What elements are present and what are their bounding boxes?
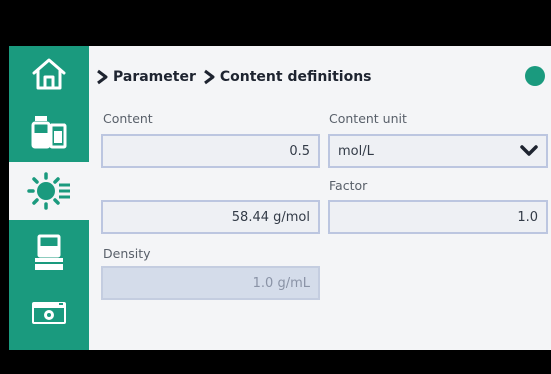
device-screen: Parameter Content definitions Content 0.…	[9, 46, 551, 350]
content-field[interactable]: 0.5	[101, 134, 320, 168]
nav-chemicals[interactable]	[9, 106, 89, 158]
chevron-right-icon	[203, 69, 215, 85]
breadcrumb-content-definitions: Content definitions	[219, 69, 372, 85]
density-label: Density	[103, 246, 151, 261]
density-field: 1.0 g/mL	[101, 266, 320, 300]
settings-sun-icon	[27, 172, 70, 210]
sidebar	[9, 46, 89, 350]
chevron-right-icon	[97, 69, 108, 85]
molar-mass-field[interactable]: 58.44 g/mol	[101, 200, 320, 234]
status-indicator	[525, 66, 545, 86]
main-panel: Parameter Content definitions Content 0.…	[89, 46, 551, 350]
chemicals-icon	[31, 116, 67, 149]
breadcrumb: Parameter Content definitions	[95, 66, 372, 88]
density-value: 1.0 g/mL	[252, 275, 310, 291]
home-icon	[32, 58, 66, 90]
camera-icon	[32, 302, 66, 324]
nav-settings[interactable]	[9, 162, 89, 220]
factor-label: Factor	[329, 178, 368, 193]
content-label: Content	[103, 111, 153, 126]
breadcrumb-parameter[interactable]: Parameter	[113, 69, 196, 85]
content-value: 0.5	[289, 143, 310, 159]
beaker-stand-icon	[35, 234, 63, 270]
factor-value: 1.0	[517, 209, 538, 225]
molar-mass-value: 58.44 g/mol	[231, 209, 310, 225]
nav-home[interactable]	[9, 48, 89, 100]
content-unit-label: Content unit	[329, 111, 407, 126]
nav-titration-stand[interactable]	[9, 226, 89, 278]
content-unit-value: mol/L	[338, 143, 374, 159]
content-unit-dropdown[interactable]: mol/L	[328, 134, 548, 168]
factor-field[interactable]: 1.0	[328, 200, 548, 234]
chevron-down-icon	[520, 145, 538, 156]
nav-camera[interactable]	[9, 286, 89, 338]
